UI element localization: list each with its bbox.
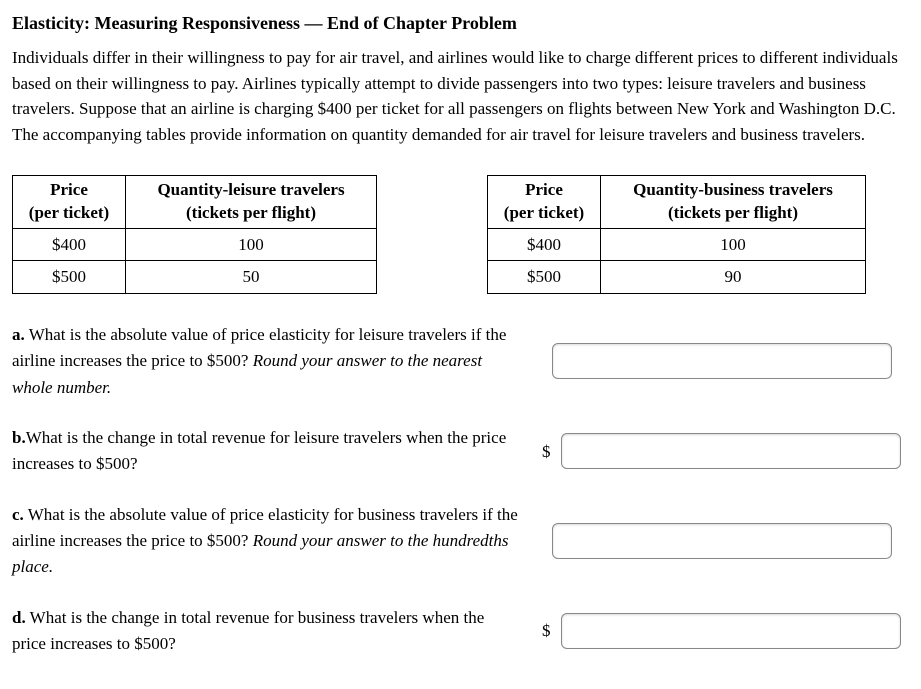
part-label: d. bbox=[12, 608, 26, 627]
part-label: b. bbox=[12, 428, 26, 447]
part-label: c. bbox=[12, 505, 24, 524]
question-body: What is the change in total revenue for … bbox=[12, 608, 484, 653]
intro-text: Individuals differ in their willingness … bbox=[12, 45, 909, 147]
answer-area-d: $ bbox=[542, 613, 909, 649]
page-title: Elasticity: Measuring Responsiveness — E… bbox=[12, 10, 909, 37]
cell-price: $500 bbox=[488, 261, 601, 294]
answer-area-c bbox=[542, 523, 909, 559]
question-body: What is the change in total revenue for … bbox=[12, 428, 506, 473]
part-label: a. bbox=[12, 325, 25, 344]
cell-price: $400 bbox=[488, 228, 601, 261]
header-line: Price bbox=[525, 180, 563, 199]
question-c-text: c. What is the absolute value of price e… bbox=[12, 502, 522, 581]
answer-input-b[interactable] bbox=[561, 433, 901, 469]
cell-price: $500 bbox=[13, 261, 126, 294]
answer-prefix: $ bbox=[542, 439, 551, 465]
table-header-row: Price (per ticket) Quantity-business tra… bbox=[488, 176, 866, 229]
business-table-col1-header: Price (per ticket) bbox=[488, 176, 601, 229]
leisure-table-col1-header: Price (per ticket) bbox=[13, 176, 126, 229]
business-table-col2-header: Quantity-business travelers (tickets per… bbox=[601, 176, 866, 229]
answer-area-a bbox=[542, 343, 909, 379]
answer-input-d[interactable] bbox=[561, 613, 901, 649]
question-a-text: a. What is the absolute value of price e… bbox=[12, 322, 522, 401]
question-b-text: b.What is the change in total revenue fo… bbox=[12, 425, 522, 478]
cell-price: $400 bbox=[13, 228, 126, 261]
question-a-row: a. What is the absolute value of price e… bbox=[12, 322, 909, 401]
cell-qty: 100 bbox=[126, 228, 377, 261]
question-c-row: c. What is the absolute value of price e… bbox=[12, 502, 909, 581]
table-header-row: Price (per ticket) Quantity-leisure trav… bbox=[13, 176, 377, 229]
answer-prefix: $ bbox=[542, 618, 551, 644]
question-b-row: b.What is the change in total revenue fo… bbox=[12, 425, 909, 478]
cell-qty: 90 bbox=[601, 261, 866, 294]
cell-qty: 100 bbox=[601, 228, 866, 261]
leisure-table-col2-header: Quantity-leisure travelers (tickets per … bbox=[126, 176, 377, 229]
answer-input-c[interactable] bbox=[552, 523, 892, 559]
answer-input-a[interactable] bbox=[552, 343, 892, 379]
header-line: Price bbox=[50, 180, 88, 199]
header-line: (per ticket) bbox=[29, 203, 109, 222]
table-row: $500 90 bbox=[488, 261, 866, 294]
table-row: $400 100 bbox=[13, 228, 377, 261]
answer-area-b: $ bbox=[542, 433, 909, 469]
table-row: $500 50 bbox=[13, 261, 377, 294]
header-line: Quantity-business travelers bbox=[633, 180, 833, 199]
business-table: Price (per ticket) Quantity-business tra… bbox=[487, 175, 866, 294]
question-d-text: d. What is the change in total revenue f… bbox=[12, 605, 522, 658]
question-d-row: d. What is the change in total revenue f… bbox=[12, 605, 909, 658]
header-line: Quantity-leisure travelers bbox=[157, 180, 344, 199]
header-line: (tickets per flight) bbox=[186, 203, 316, 222]
tables-row: Price (per ticket) Quantity-leisure trav… bbox=[12, 175, 909, 294]
header-line: (tickets per flight) bbox=[668, 203, 798, 222]
leisure-table: Price (per ticket) Quantity-leisure trav… bbox=[12, 175, 377, 294]
header-line: (per ticket) bbox=[504, 203, 584, 222]
table-row: $400 100 bbox=[488, 228, 866, 261]
cell-qty: 50 bbox=[126, 261, 377, 294]
